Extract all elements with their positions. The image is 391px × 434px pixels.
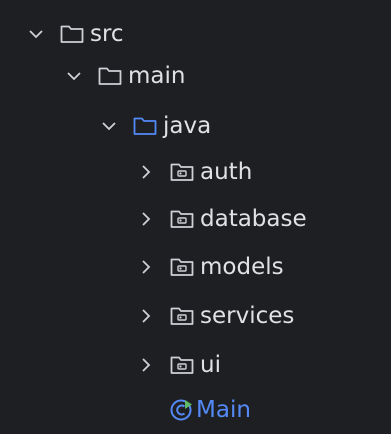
source-root-folder-icon: [131, 112, 159, 140]
package-icon: [168, 253, 196, 281]
chevron-right-icon[interactable]: [135, 208, 157, 230]
package-icon: [168, 351, 196, 379]
package-icon: [168, 158, 196, 186]
tree-node-package[interactable]: ui: [0, 341, 391, 389]
tree-node-java[interactable]: java: [0, 102, 391, 150]
chevron-down-icon[interactable]: [63, 65, 85, 87]
tree-node-main[interactable]: main: [0, 52, 391, 100]
tree-node-label: java: [163, 113, 212, 139]
tree-node-package[interactable]: services: [0, 292, 391, 340]
java-class-runnable-icon: [168, 396, 196, 424]
chevron-right-icon[interactable]: [135, 354, 157, 376]
project-tree: src main java auth database models servi…: [0, 0, 391, 423]
tree-node-label: models: [200, 254, 284, 280]
tree-node-main-class[interactable]: Main: [0, 386, 391, 434]
tree-node-package[interactable]: database: [0, 195, 391, 243]
chevron-right-icon[interactable]: [135, 305, 157, 327]
chevron-down-icon[interactable]: [25, 23, 47, 45]
tree-node-package[interactable]: models: [0, 243, 391, 291]
chevron-down-icon[interactable]: [98, 115, 120, 137]
chevron-right-icon[interactable]: [135, 161, 157, 183]
tree-node-label: auth: [200, 159, 253, 185]
chevron-right-icon[interactable]: [135, 256, 157, 278]
tree-node-label: database: [200, 206, 307, 232]
tree-node-src[interactable]: src: [0, 10, 391, 58]
tree-node-label: Main: [196, 397, 251, 423]
tree-node-label: ui: [200, 352, 221, 378]
folder-icon: [58, 20, 86, 48]
tree-node-label: main: [128, 63, 186, 89]
folder-icon: [96, 62, 124, 90]
package-icon: [168, 205, 196, 233]
tree-node-label: src: [90, 21, 124, 47]
tree-node-package[interactable]: auth: [0, 148, 391, 196]
tree-node-label: services: [200, 303, 295, 329]
package-icon: [168, 302, 196, 330]
